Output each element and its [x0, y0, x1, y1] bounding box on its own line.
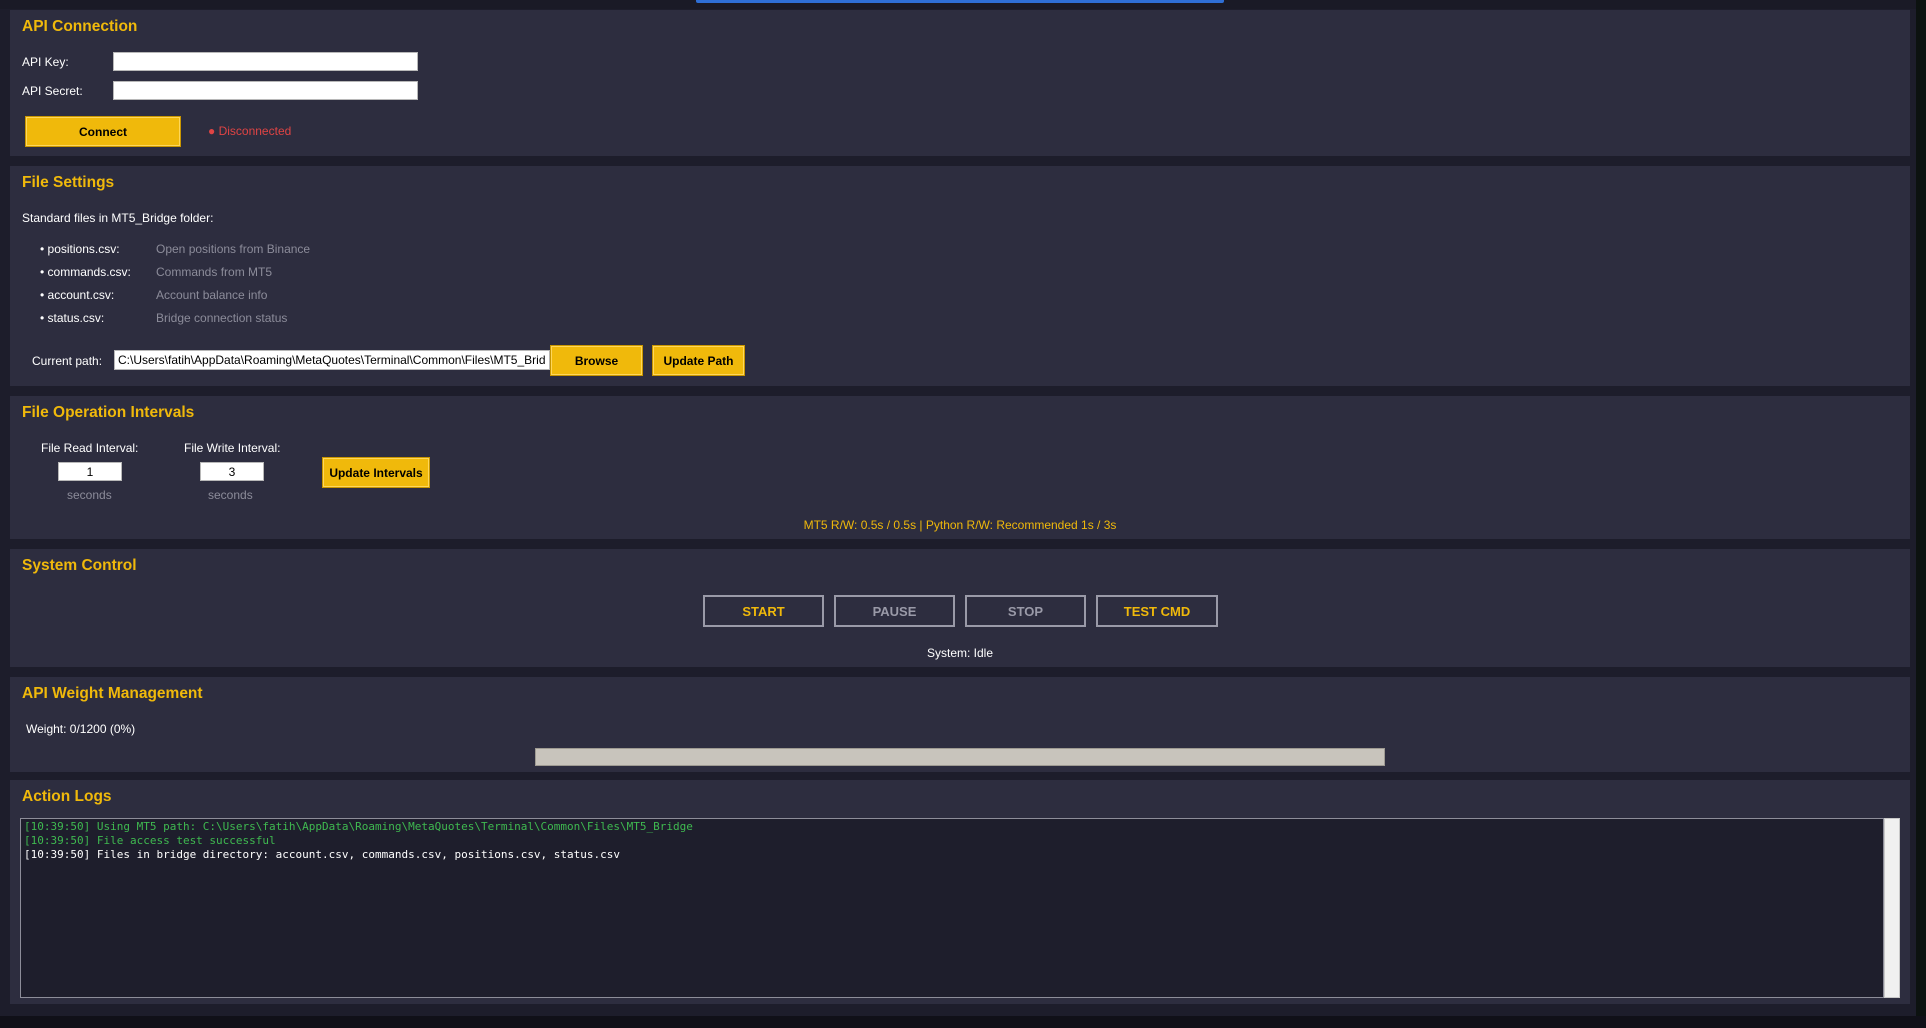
- file-name-commands: • commands.csv:: [40, 265, 131, 279]
- update-path-button[interactable]: Update Path: [652, 345, 745, 376]
- api-key-input[interactable]: [113, 52, 418, 71]
- pause-button[interactable]: PAUSE: [834, 595, 955, 627]
- read-interval-label: File Read Interval:: [41, 441, 139, 455]
- connection-status: ● Disconnected: [208, 124, 292, 138]
- file-settings-intro: Standard files in MT5_Bridge folder:: [22, 211, 214, 225]
- action-logs-title: Action Logs: [22, 788, 112, 805]
- file-intervals-panel: File Operation Intervals File Read Inter…: [10, 396, 1910, 539]
- file-name-positions: • positions.csv:: [40, 242, 120, 256]
- file-intervals-title: File Operation Intervals: [22, 404, 195, 421]
- connect-button[interactable]: Connect: [25, 116, 181, 147]
- log-output[interactable]: [10:39:50] Using MT5 path: C:\Users\fati…: [20, 818, 1884, 998]
- current-path-input[interactable]: [114, 350, 550, 370]
- file-desc-account: Account balance info: [156, 288, 268, 302]
- system-control-panel: System Control START PAUSE STOP TEST CMD…: [10, 549, 1910, 667]
- update-intervals-button[interactable]: Update Intervals: [322, 457, 430, 488]
- file-settings-panel: File Settings Standard files in MT5_Brid…: [10, 166, 1910, 386]
- start-button[interactable]: START: [703, 595, 824, 627]
- weight-progress-bar: [535, 748, 1385, 766]
- system-control-title: System Control: [22, 557, 137, 574]
- window-top-bar: [0, 0, 1926, 9]
- write-interval-input[interactable]: [200, 462, 264, 481]
- write-interval-label: File Write Interval:: [184, 441, 281, 455]
- api-secret-label: API Secret:: [22, 84, 83, 98]
- api-connection-title: API Connection: [22, 18, 138, 35]
- intervals-note: MT5 R/W: 0.5s / 0.5s | Python R/W: Recom…: [803, 518, 1117, 532]
- api-weight-panel: API Weight Management Weight: 0/1200 (0%…: [10, 677, 1910, 772]
- current-path-label: Current path:: [32, 354, 103, 368]
- log-line: [10:39:50] File access test successful: [24, 834, 276, 847]
- log-line: [10:39:50] Files in bridge directory: ac…: [24, 848, 621, 861]
- file-settings-title: File Settings: [22, 174, 115, 191]
- api-connection-panel: API Connection API Key: API Secret: Conn…: [10, 10, 1910, 156]
- read-interval-input[interactable]: [58, 462, 122, 481]
- read-interval-unit: seconds: [67, 488, 112, 502]
- api-weight-title: API Weight Management: [22, 685, 203, 702]
- file-desc-status: Bridge connection status: [156, 311, 288, 325]
- desktop-background-edge: [1916, 0, 1926, 1016]
- weight-text: Weight: 0/1200 (0%): [26, 722, 136, 736]
- file-desc-commands: Commands from MT5: [156, 265, 273, 279]
- file-name-account: • account.csv:: [40, 288, 115, 302]
- file-desc-positions: Open positions from Binance: [156, 242, 311, 256]
- stop-button[interactable]: STOP: [965, 595, 1086, 627]
- system-status: System: Idle: [926, 646, 994, 660]
- taskbar: [0, 1016, 1926, 1028]
- log-scrollbar[interactable]: [1884, 818, 1900, 998]
- write-interval-unit: seconds: [208, 488, 253, 502]
- browse-button[interactable]: Browse: [550, 345, 643, 376]
- api-secret-input[interactable]: [113, 81, 418, 100]
- api-key-label: API Key:: [22, 55, 69, 69]
- window-accent-bar: [696, 0, 1224, 3]
- log-line: [10:39:50] Using MT5 path: C:\Users\fati…: [24, 820, 693, 833]
- file-name-status: • status.csv:: [40, 311, 105, 325]
- test-cmd-button[interactable]: TEST CMD: [1096, 595, 1218, 627]
- action-logs-panel: Action Logs [10:39:50] Using MT5 path: C…: [10, 780, 1910, 1004]
